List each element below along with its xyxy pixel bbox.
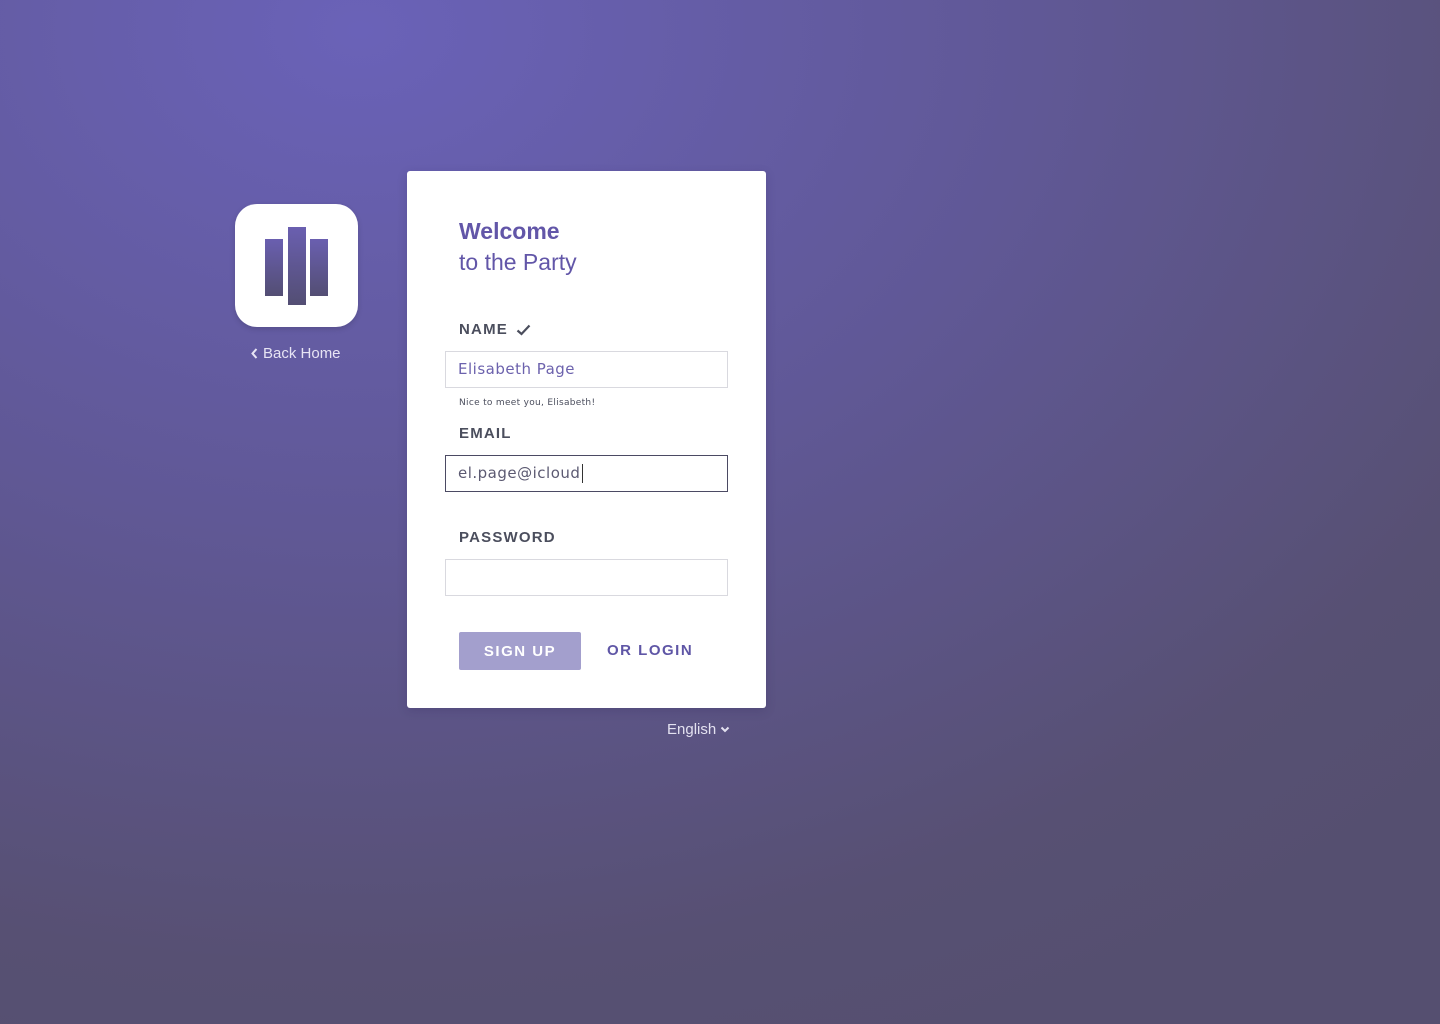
name-field[interactable]: Elisabeth Page	[445, 351, 728, 388]
bars-logo-icon	[264, 226, 328, 305]
back-home-link[interactable]: Back Home	[251, 345, 341, 362]
email-label: EMAIL	[459, 425, 512, 442]
check-icon	[516, 324, 531, 336]
language-label: English	[667, 721, 717, 738]
text-caret	[582, 464, 584, 483]
name-hint: Nice to meet you, Elisabeth!	[459, 398, 596, 408]
chevron-left-icon	[251, 348, 258, 359]
title-line-2: to the Party	[459, 249, 577, 275]
name-label-text: NAME	[459, 321, 508, 338]
password-label-text: PASSWORD	[459, 529, 556, 546]
language-selector[interactable]: English	[667, 721, 730, 738]
chevron-down-icon	[720, 726, 730, 733]
app-logo	[235, 204, 358, 327]
login-link[interactable]: OR LOGIN	[607, 642, 693, 659]
email-field-value: el.page@icloud	[458, 464, 581, 482]
name-label: NAME	[459, 321, 531, 338]
signup-card: Welcome to the Party NAME Elisabeth Page…	[407, 171, 766, 708]
page-title: Welcome to the Party	[459, 216, 577, 278]
title-line-1: Welcome	[459, 218, 560, 244]
password-label: PASSWORD	[459, 529, 556, 546]
password-field[interactable]	[445, 559, 728, 596]
email-field[interactable]: el.page@icloud	[445, 455, 728, 492]
back-home-label: Back Home	[263, 345, 341, 362]
email-label-text: EMAIL	[459, 425, 512, 442]
sign-up-button[interactable]: SIGN UP	[459, 632, 581, 670]
name-field-value: Elisabeth Page	[458, 360, 576, 378]
